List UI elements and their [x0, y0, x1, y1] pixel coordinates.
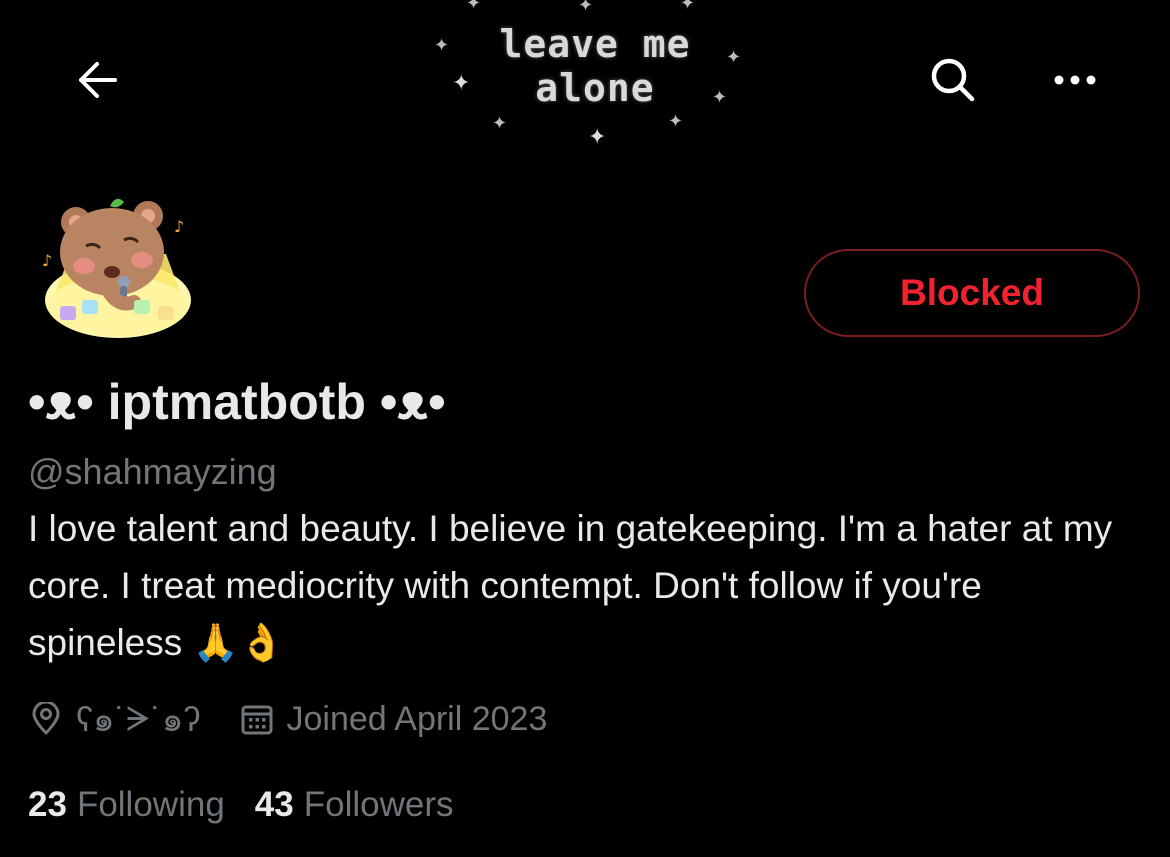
location-text: ʕ๑˙ᗒ˙๑ʔ	[76, 701, 201, 739]
blocked-button[interactable]: Blocked	[804, 249, 1140, 337]
sparkle-icon: ✦	[588, 124, 607, 149]
banner-line-1: leave me	[499, 22, 691, 66]
user-handle: @shahmayzing	[28, 451, 277, 492]
display-name: •ᴥ• iptmatbotb •ᴥ•	[28, 374, 446, 430]
svg-text:♪: ♪	[174, 217, 184, 236]
followers-link[interactable]: 43 Followers	[255, 785, 454, 825]
more-horizontal-icon	[1054, 75, 1096, 85]
following-count: 23	[28, 785, 67, 824]
profile-banner[interactable]: ✦ ✦ ✦ ✦ ✦ ✦ ✦ ✦ ✦ ✦ leave me alone	[0, 0, 1170, 175]
location-item: ʕ๑˙ᗒ˙๑ʔ	[28, 692, 201, 746]
followers-label: Followers	[303, 785, 454, 824]
following-label: Following	[76, 785, 225, 824]
followers-count: 43	[254, 785, 294, 824]
follow-stats: 23 Following 43 Followers	[28, 780, 484, 830]
arrow-left-icon	[79, 62, 117, 98]
profile-bio: I love talent and beauty. I believe in g…	[28, 508, 1113, 663]
sparkle-icon: ✦	[668, 111, 684, 131]
joined-text: Joined April 2023	[286, 699, 548, 738]
sparkle-icon: ✦	[578, 0, 594, 15]
banner-line-2: alone	[535, 66, 655, 110]
calendar-icon	[239, 701, 275, 737]
location-pin-icon	[28, 701, 64, 737]
sparkle-icon: ✦	[492, 113, 508, 133]
avatar[interactable]: ♪ ♪	[38, 190, 198, 350]
following-link[interactable]: 23 Following	[28, 785, 225, 825]
bear-avatar-icon: ♪ ♪	[42, 198, 191, 338]
svg-text:♪: ♪	[42, 251, 52, 270]
banner-text: leave me alone	[440, 22, 750, 110]
sparkle-icon: ✦	[466, 0, 482, 13]
more-button[interactable]	[1040, 45, 1110, 115]
search-button[interactable]	[918, 45, 988, 115]
back-button[interactable]	[62, 45, 132, 115]
joined-item: Joined April 2023	[239, 699, 548, 739]
sparkle-icon: ✦	[680, 0, 696, 13]
profile-meta: ʕ๑˙ᗒ˙๑ʔ Joined April 2023	[28, 694, 585, 744]
search-icon	[931, 58, 975, 102]
